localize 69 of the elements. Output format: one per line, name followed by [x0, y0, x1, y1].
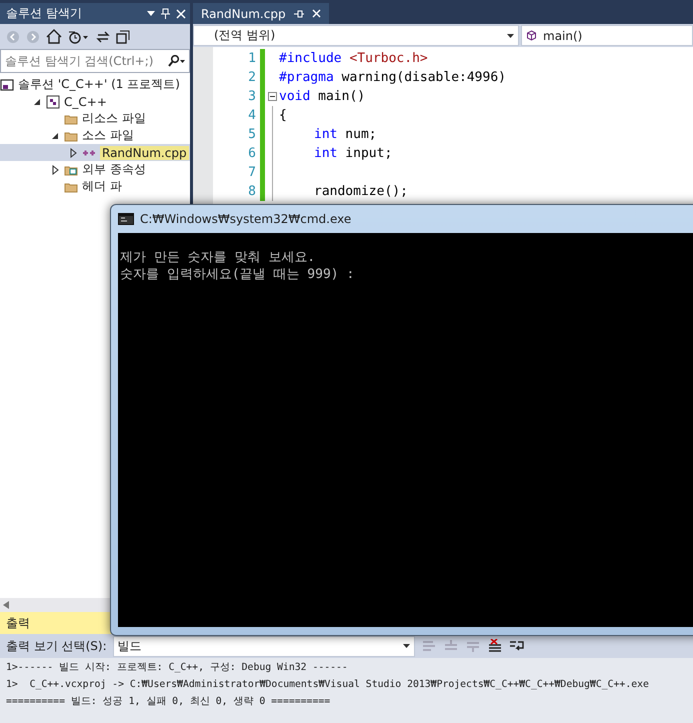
panel-title: 출력	[6, 614, 30, 632]
pin-icon[interactable]	[161, 8, 170, 19]
dropdown-arrow-icon[interactable]	[507, 34, 514, 38]
line-number: 5	[247, 126, 256, 144]
expanded-arrow-icon[interactable]	[50, 130, 60, 140]
member-value: main()	[543, 28, 582, 42]
panel-title: 솔루션 탐색기	[6, 5, 82, 22]
line-number: 3	[247, 88, 256, 106]
clear-all-icon[interactable]	[486, 639, 503, 653]
sync-arrows-icon[interactable]	[96, 30, 110, 44]
solution-icon	[0, 78, 14, 92]
console-icon	[118, 213, 134, 225]
collapse-all-icon[interactable]	[116, 30, 130, 44]
output-source-dropdown[interactable]: 빌드	[112, 636, 415, 656]
scroll-left-icon[interactable]	[3, 601, 9, 609]
collapsed-arrow-icon[interactable]	[68, 148, 78, 158]
pin-icon[interactable]	[294, 10, 304, 18]
source-value: 빌드	[118, 638, 142, 654]
tree-item[interactable]: C_C++	[0, 93, 190, 110]
code-line: #pragma warning(disable:4996)	[279, 69, 507, 87]
line-number: 2	[247, 69, 256, 87]
tree-item-label: 헤더 파	[82, 178, 122, 195]
tree-item-label: 소스 파일	[82, 127, 134, 144]
cpp-file-icon	[82, 148, 96, 158]
code-line: void main()	[279, 88, 366, 106]
member-dropdown[interactable]: main()	[521, 25, 693, 46]
code-line: #include <Turboc.h>	[279, 50, 429, 68]
tree-item-label: C_C++	[64, 94, 107, 108]
line-number: 4	[247, 107, 256, 125]
output-line: 1>------ 빌드 시작: 프로젝트: C_C++, 구성: Debug Win32 ------	[6, 661, 348, 675]
window-title: C:₩Windows₩system32₩cmd.exe	[140, 212, 352, 226]
output-line: ========== 빌드: 성공 1, 실패 0, 최신 0, 생략 0 ==========	[6, 695, 330, 709]
dropdown-arrow-icon[interactable]	[402, 644, 410, 648]
editor-tab[interactable]: RandNum.cpp	[193, 3, 329, 24]
code-line: int num;	[313, 126, 378, 144]
history-clock-icon[interactable]	[68, 30, 90, 44]
tree-item[interactable]: 외부 종속성	[0, 161, 190, 178]
line-number: 8	[247, 183, 256, 201]
dropdown-icon[interactable]	[147, 11, 155, 16]
expanded-arrow-icon[interactable]	[32, 96, 42, 106]
search-field[interactable]: 솔루션 탐색기 검색(Ctrl+;)	[0, 49, 190, 73]
search-icon[interactable]	[167, 55, 185, 67]
close-icon[interactable]	[312, 9, 321, 18]
line-number: 1	[247, 50, 256, 68]
tree-item[interactable]: RandNum.cpp	[0, 144, 190, 161]
console-line: 제가 만든 숫자를 맞춰 보세요.	[120, 249, 316, 266]
tree-item[interactable]: 헤더 파	[0, 178, 190, 195]
scope-dropdown[interactable]: (전역 범위)	[193, 25, 519, 46]
code-line: int input;	[313, 145, 394, 163]
code-line: randomize();	[313, 183, 409, 201]
tree-item-label: RandNum.cpp	[100, 146, 189, 160]
word-wrap-icon[interactable]	[508, 639, 525, 653]
line-number: 7	[247, 164, 256, 182]
tree-item[interactable]: 리소스 파일	[0, 110, 190, 127]
collapsed-arrow-icon[interactable]	[50, 164, 60, 174]
collapse-icon[interactable]	[268, 92, 276, 101]
project-icon	[46, 94, 60, 108]
line-number: 6	[247, 145, 256, 163]
tree-item-label: 리소스 파일	[82, 110, 146, 127]
scope-value: (전역 범위)	[214, 27, 276, 44]
tree-item-label: 외부 종속성	[82, 161, 146, 178]
code-line: {	[279, 107, 288, 125]
cube-icon	[526, 30, 537, 41]
output-line: 1> C_C++.vcxproj -> C:₩Users₩Administrator₩Documents₩Visual Studio 2013₩Projects₩C_C++₩C_C++₩Debug₩C_C++.exe	[6, 678, 649, 692]
tree-item[interactable]: 소스 파일	[0, 127, 190, 144]
home-icon[interactable]	[46, 29, 62, 44]
close-icon[interactable]	[176, 8, 186, 18]
console-line: 숫자를 입력하세요(끝낼 때는 999) :	[120, 266, 356, 283]
source-label: 출력 보기 선택(S):	[6, 638, 107, 654]
